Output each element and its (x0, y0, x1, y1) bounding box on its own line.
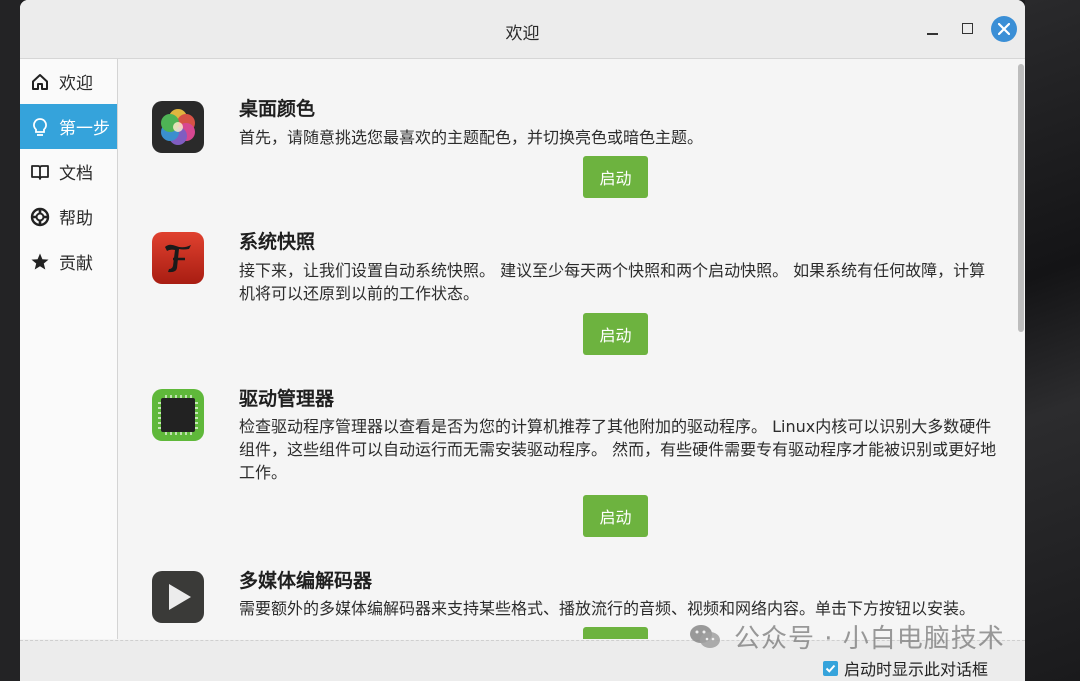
color-wheel-icon (152, 101, 204, 153)
desktop-background-right (1025, 0, 1080, 681)
title-bar[interactable]: 欢迎 (20, 0, 1025, 59)
welcome-window: 欢迎 欢迎 第一步 文档 帮助 贡献 桌面颜色 首先，请随意挑选您最喜欢的主题配… (20, 0, 1025, 681)
first-steps-panel: 桌面颜色 首先，请随意挑选您最喜欢的主题配色，并切换亮色或暗色主题。 启动 系统… (118, 59, 1025, 639)
launch-system-snapshots-button[interactable]: 启动 (583, 313, 648, 355)
wechat-icon (690, 624, 720, 648)
desktop-background-left (0, 0, 20, 681)
section-description: 首先，请随意挑选您最喜欢的主题配色，并切换亮色或暗色主题。 (239, 128, 704, 147)
section-title: 桌面颜色 (239, 98, 316, 120)
sidebar-item-help[interactable]: 帮助 (20, 194, 117, 239)
section-description: 检查驱动程序管理器以查看是否为您的计算机推荐了其他附加的驱动程序。 Linux内… (239, 417, 997, 482)
sidebar-item-documentation[interactable]: 文档 (20, 149, 117, 194)
close-button[interactable] (991, 16, 1017, 42)
lifebuoy-icon (30, 207, 50, 227)
watermark-text: 公众号 · 小白电脑技术 (734, 624, 1005, 654)
window-title: 欢迎 (505, 24, 540, 44)
section-description: 需要额外的多媒体编解码器来支持某些格式、播放流行的音频、视频和网络内容。单击下方… (239, 599, 976, 618)
sidebar-item-label: 贡献 (59, 254, 93, 274)
scrollbar[interactable] (1017, 59, 1025, 639)
chip-icon (152, 389, 204, 441)
book-icon (30, 162, 50, 182)
show-on-startup-checkbox[interactable]: 启动时显示此对话框 (823, 656, 988, 680)
play-icon (152, 571, 204, 623)
sidebar-item-label: 第一步 (59, 119, 110, 139)
show-on-startup-label: 启动时显示此对话框 (844, 660, 989, 679)
section-description: 接下来，让我们设置自动系统快照。 建议至少每天两个快照和两个启动快照。 如果系统… (239, 261, 986, 303)
lightbulb-icon (30, 117, 50, 137)
timeshift-icon (152, 232, 204, 284)
section-title: 系统快照 (239, 231, 316, 253)
star-icon (30, 252, 50, 272)
close-icon (998, 23, 1010, 35)
sidebar-item-label: 帮助 (59, 209, 93, 229)
launch-driver-manager-button[interactable]: 启动 (583, 495, 648, 537)
launch-desktop-colors-button[interactable]: 启动 (583, 156, 648, 198)
sidebar-item-label: 文档 (59, 164, 93, 184)
launch-multimedia-codecs-button[interactable]: 启动 (583, 627, 648, 639)
home-icon (30, 72, 50, 92)
sidebar-item-label: 欢迎 (59, 74, 93, 94)
section-title: 多媒体编解码器 (239, 570, 373, 592)
maximize-button[interactable] (956, 17, 980, 41)
sidebar-item-welcome[interactable]: 欢迎 (20, 59, 117, 104)
sidebar: 欢迎 第一步 文档 帮助 贡献 (20, 59, 118, 639)
sidebar-item-first-steps[interactable]: 第一步 (20, 104, 117, 149)
scrollbar-thumb[interactable] (1018, 64, 1024, 332)
checkbox-checked-icon[interactable] (823, 660, 838, 676)
sidebar-item-contribute[interactable]: 贡献 (20, 239, 117, 284)
minimize-button[interactable] (921, 17, 945, 41)
section-title: 驱动管理器 (239, 388, 335, 410)
watermark: 公众号 · 小白电脑技术 (688, 618, 1005, 655)
